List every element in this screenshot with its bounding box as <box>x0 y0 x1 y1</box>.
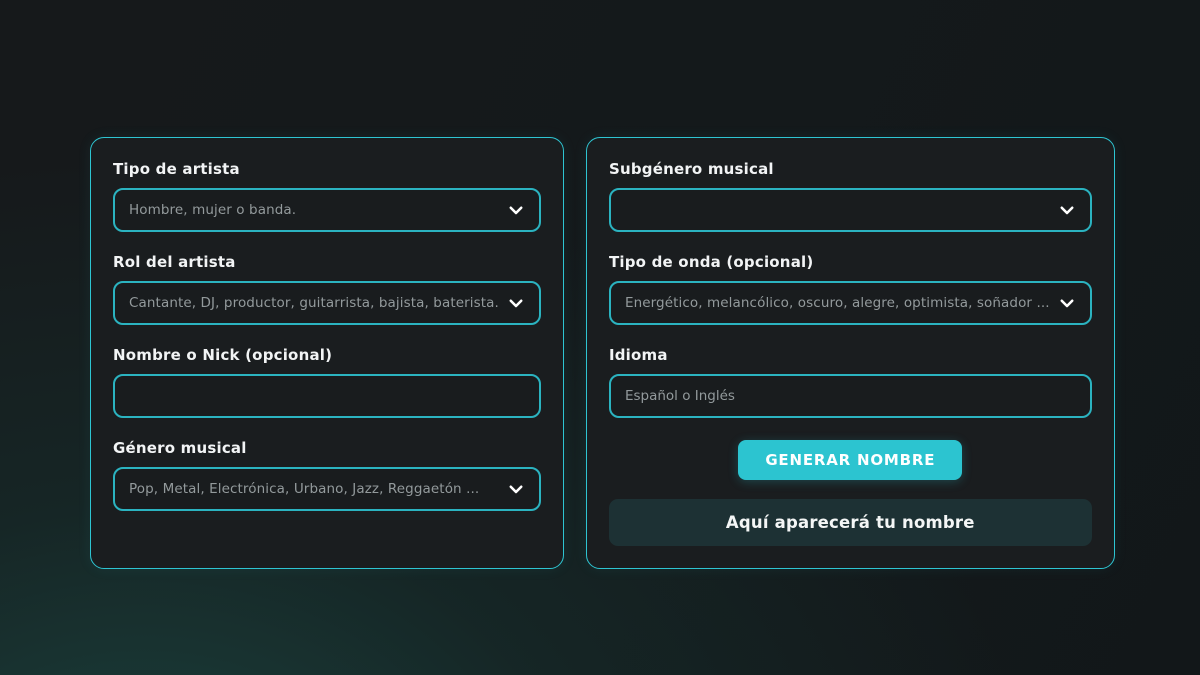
idioma-input[interactable] <box>609 374 1092 418</box>
subgenero-musical-label: Subgénero musical <box>609 160 1092 178</box>
tipo-de-onda-select[interactable]: Energético, melancólico, oscuro, alegre,… <box>609 281 1092 325</box>
subgenero-musical-group: Subgénero musical <box>609 160 1092 232</box>
tipo-de-onda-group: Tipo de onda (opcional) Energético, mela… <box>609 253 1092 325</box>
tipo-de-onda-select-value: Energético, melancólico, oscuro, alegre,… <box>625 295 1050 311</box>
chevron-down-icon <box>507 480 525 498</box>
nombre-nick-group: Nombre o Nick (opcional) <box>113 346 541 418</box>
tipo-de-onda-label: Tipo de onda (opcional) <box>609 253 1092 271</box>
form-panels-row: Tipo de artista Hombre, mujer o banda. R… <box>90 137 1110 569</box>
tipo-de-artista-select-value: Hombre, mujer o banda. <box>129 202 499 218</box>
idioma-label: Idioma <box>609 346 1092 364</box>
chevron-down-icon <box>1058 294 1076 312</box>
idioma-group: Idioma <box>609 346 1092 418</box>
chevron-down-icon <box>507 201 525 219</box>
chevron-down-icon <box>507 294 525 312</box>
nombre-nick-input[interactable] <box>113 374 541 418</box>
subgenero-musical-select[interactable] <box>609 188 1092 232</box>
generar-nombre-button[interactable]: GENERAR NOMBRE <box>738 440 962 480</box>
options-form-panel: Subgénero musical Tipo de onda (opcional… <box>586 137 1115 569</box>
tipo-de-artista-select[interactable]: Hombre, mujer o banda. <box>113 188 541 232</box>
genero-musical-select-value: Pop, Metal, Electrónica, Urbano, Jazz, R… <box>129 481 499 497</box>
rol-del-artista-group: Rol del artista Cantante, DJ, productor,… <box>113 253 541 325</box>
genero-musical-select[interactable]: Pop, Metal, Electrónica, Urbano, Jazz, R… <box>113 467 541 511</box>
rol-del-artista-select-value: Cantante, DJ, productor, guitarrista, ba… <box>129 295 499 311</box>
result-text: Aquí aparecerá tu nombre <box>726 513 975 532</box>
genero-musical-group: Género musical Pop, Metal, Electrónica, … <box>113 439 541 511</box>
genero-musical-label: Género musical <box>113 439 541 457</box>
chevron-down-icon <box>1058 201 1076 219</box>
nombre-nick-label: Nombre o Nick (opcional) <box>113 346 541 364</box>
rol-del-artista-select[interactable]: Cantante, DJ, productor, guitarrista, ba… <box>113 281 541 325</box>
tipo-de-artista-label: Tipo de artista <box>113 160 541 178</box>
tipo-de-artista-group: Tipo de artista Hombre, mujer o banda. <box>113 160 541 232</box>
rol-del-artista-label: Rol del artista <box>113 253 541 271</box>
artist-form-panel: Tipo de artista Hombre, mujer o banda. R… <box>90 137 564 569</box>
result-box: Aquí aparecerá tu nombre <box>609 499 1092 546</box>
